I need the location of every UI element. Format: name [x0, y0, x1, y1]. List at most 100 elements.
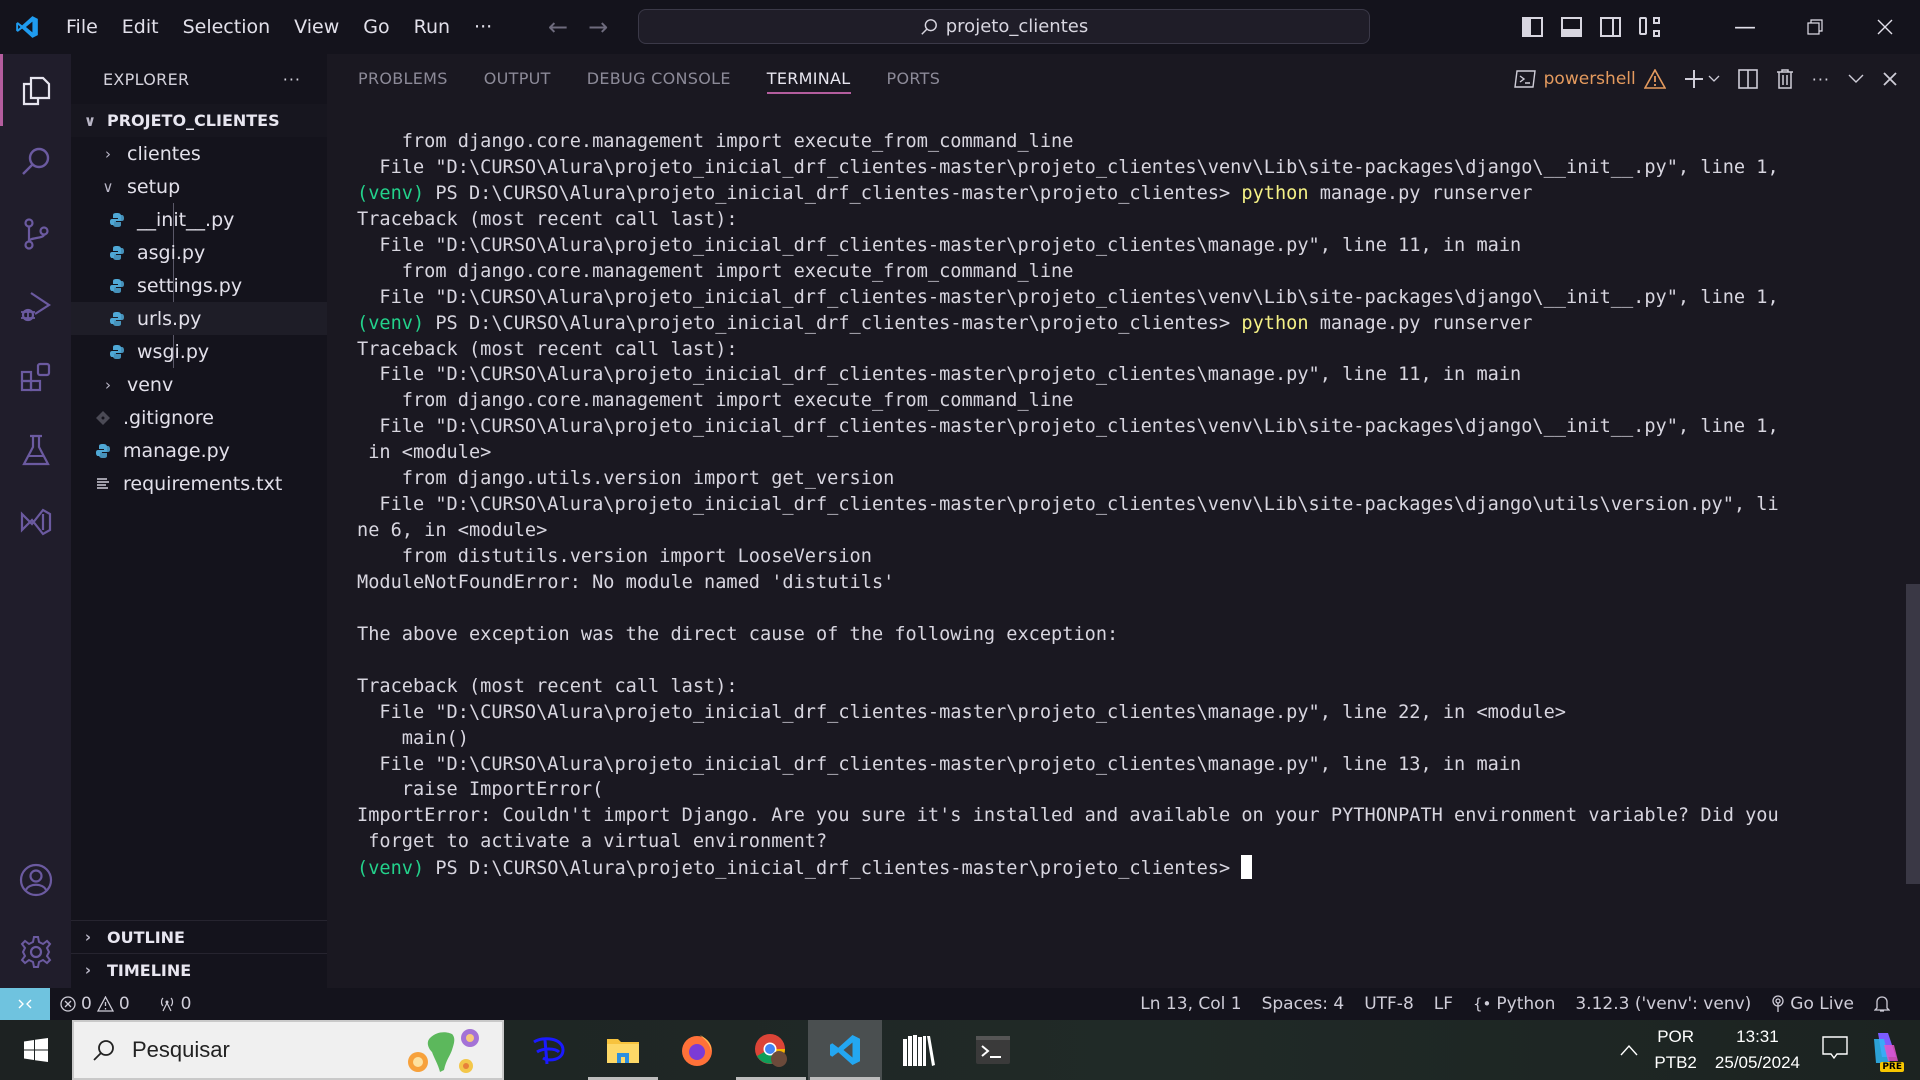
customize-layout-icon[interactable]: [1639, 17, 1660, 37]
activity-explorer[interactable]: [0, 54, 71, 126]
language-mode[interactable]: {• Python: [1463, 994, 1565, 1014]
taskbar-library-app[interactable]: [882, 1020, 956, 1080]
python-interpreter[interactable]: 3.12.3 ('venv': venv): [1565, 994, 1761, 1014]
taskbar-vscode[interactable]: [808, 1020, 882, 1080]
close-panel-icon[interactable]: [1882, 71, 1898, 87]
menu-go[interactable]: Go: [351, 0, 401, 54]
activity-source-control[interactable]: [0, 198, 71, 270]
tree-file[interactable]: urls.py: [71, 302, 327, 335]
taskbar-terminal[interactable]: [956, 1020, 1030, 1080]
copilot-button[interactable]: PRE: [1870, 1031, 1904, 1072]
terminal-line: Traceback (most recent call last):: [357, 675, 738, 697]
taskbar-file-explorer[interactable]: [586, 1020, 660, 1080]
tab-debug-console[interactable]: DEBUG CONSOLE: [587, 54, 731, 104]
show-hidden-icons-button[interactable]: [1620, 1039, 1638, 1062]
restore-button[interactable]: [1780, 0, 1850, 54]
activity-extensions[interactable]: [0, 342, 71, 414]
activity-run-debug[interactable]: [0, 270, 71, 342]
input-language[interactable]: POR PTB2: [1654, 1024, 1697, 1076]
close-window-button[interactable]: [1850, 0, 1920, 54]
activity-visual-studio[interactable]: [0, 486, 71, 558]
terminal-shell-selector[interactable]: powershell: [1513, 69, 1666, 89]
trash-icon[interactable]: [1776, 69, 1794, 89]
menu-file[interactable]: File: [54, 0, 110, 54]
ports-status[interactable]: 0: [148, 994, 202, 1014]
chevron-down-icon[interactable]: [1848, 74, 1864, 84]
notification-center-button[interactable]: [1822, 1035, 1848, 1065]
activity-manage[interactable]: [0, 916, 71, 988]
tree-folder[interactable]: › venv: [71, 368, 327, 401]
taskbar-disney-plus[interactable]: [512, 1020, 586, 1080]
encoding[interactable]: UTF-8: [1354, 994, 1424, 1014]
indentation[interactable]: Spaces: 4: [1252, 994, 1355, 1014]
tab-output[interactable]: OUTPUT: [484, 54, 551, 104]
terminal-line: File "D:\CURSO\Alura\projeto_inicial_drf…: [357, 416, 1779, 438]
toggle-secondary-sidebar-icon[interactable]: [1600, 17, 1621, 37]
visual-studio-icon: [20, 508, 51, 536]
terminal-cursor: [1241, 855, 1253, 880]
menu-more[interactable]: ···: [462, 0, 504, 54]
taskbar-chrome[interactable]: [734, 1020, 808, 1080]
outline-section[interactable]: › OUTLINE: [71, 920, 327, 953]
chevron-right-icon: ›: [105, 375, 111, 394]
language-label: Python: [1496, 994, 1556, 1014]
taskbar-firefox[interactable]: [660, 1020, 734, 1080]
timeline-label: TIMELINE: [107, 960, 192, 980]
panel-more-icon[interactable]: ···: [1812, 70, 1830, 89]
activity-accounts[interactable]: [0, 844, 71, 916]
tree-folder[interactable]: ∨ setup: [71, 170, 327, 203]
menu-view[interactable]: View: [282, 0, 351, 54]
broadcast-icon: [1772, 995, 1784, 1012]
terminal-output[interactable]: from django.core.management import execu…: [357, 129, 1902, 881]
error-count: 0: [81, 994, 92, 1014]
problems-status[interactable]: 0 0: [50, 994, 140, 1014]
toggle-primary-sidebar-icon[interactable]: [1522, 17, 1543, 37]
menu-edit[interactable]: Edit: [110, 0, 171, 54]
tab-ports[interactable]: PORTS: [887, 54, 941, 104]
braces-icon: {•: [1473, 995, 1492, 1013]
activity-search[interactable]: [0, 126, 71, 198]
tree-file[interactable]: __init__.py: [71, 203, 327, 236]
tree-file[interactable]: asgi.py: [71, 236, 327, 269]
tree-file[interactable]: settings.py: [71, 269, 327, 302]
chevron-right-icon: ›: [84, 961, 92, 979]
taskbar-search[interactable]: Pesquisar: [72, 1020, 504, 1080]
back-arrow-icon[interactable]: ←: [548, 13, 568, 41]
terminal-scrollbar[interactable]: [1906, 584, 1920, 884]
tree-file[interactable]: .gitignore: [71, 401, 327, 434]
tab-terminal[interactable]: TERMINAL: [766, 54, 851, 104]
menu-run[interactable]: Run: [402, 0, 462, 54]
end-of-line[interactable]: LF: [1424, 994, 1463, 1014]
go-live-button[interactable]: Go Live: [1761, 994, 1864, 1014]
minimize-button[interactable]: —: [1710, 0, 1780, 54]
language-bottom: PTB2: [1654, 1053, 1697, 1072]
new-terminal-button[interactable]: [1684, 69, 1720, 89]
activity-testing[interactable]: [0, 414, 71, 486]
explorer-more-actions[interactable]: ···: [283, 70, 301, 89]
search-highlight-africa-icon: [408, 1029, 479, 1073]
notifications-button[interactable]: [1864, 995, 1900, 1013]
menu-selection[interactable]: Selection: [171, 0, 283, 54]
command-center-search[interactable]: projeto_clientes: [638, 9, 1370, 44]
explorer-title: EXPLORER: [103, 69, 190, 89]
tree-file[interactable]: wsgi.py: [71, 335, 327, 368]
timeline-section[interactable]: › TIMELINE: [71, 953, 327, 986]
disney-plus-icon: [533, 1037, 565, 1065]
books-icon: [903, 1035, 935, 1066]
forward-arrow-icon[interactable]: →: [588, 13, 608, 41]
tree-folder[interactable]: › clientes: [71, 137, 327, 170]
run-debug-icon: [20, 292, 51, 322]
start-button[interactable]: [0, 1020, 72, 1080]
tree-file[interactable]: manage.py: [71, 434, 327, 467]
toggle-panel-icon[interactable]: [1561, 17, 1582, 37]
remote-indicator[interactable]: [0, 988, 50, 1020]
split-terminal-icon[interactable]: [1737, 69, 1758, 89]
copilot-icon: [1874, 1032, 1898, 1063]
warning-icon: [96, 996, 114, 1012]
project-root-folder[interactable]: ∨ PROJETO_CLIENTES: [71, 104, 327, 137]
copilot-badge: PRE: [1880, 1061, 1904, 1072]
clock[interactable]: 13:31 25/05/2024: [1715, 1024, 1800, 1076]
tab-problems[interactable]: PROBLEMS: [358, 54, 448, 104]
tree-file[interactable]: requirements.txt: [71, 467, 327, 500]
cursor-position[interactable]: Ln 13, Col 1: [1130, 994, 1251, 1014]
